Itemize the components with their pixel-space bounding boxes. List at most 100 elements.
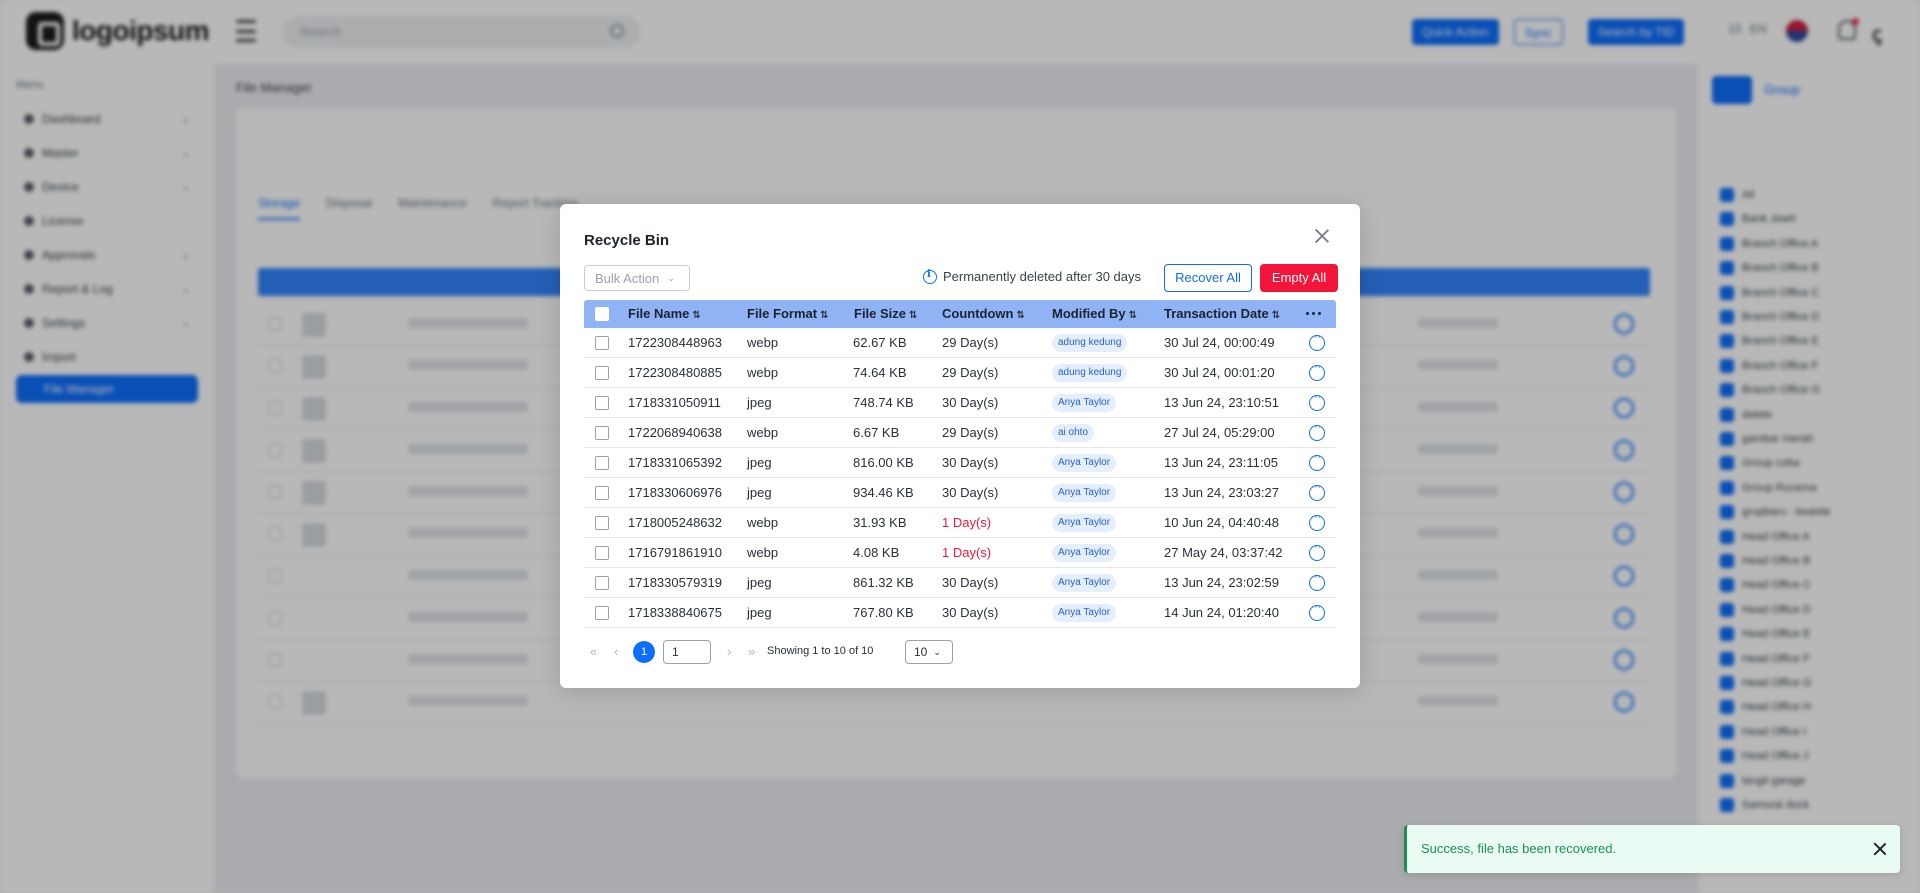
column-header-countdown[interactable]: Countdown ⇅ [942, 300, 1025, 328]
recover-all-button[interactable]: Recover All [1164, 264, 1252, 292]
row-checkbox[interactable] [595, 516, 609, 530]
cell-file-size: 62.67 KB [853, 335, 907, 350]
row-actions-icon[interactable] [1309, 571, 1325, 591]
cell-countdown: 1 Day(s) [942, 545, 992, 560]
retention-info: Permanently deleted after 30 days [923, 269, 1141, 284]
row-checkbox[interactable] [595, 366, 609, 380]
cell-file-format: webp [747, 365, 779, 380]
column-label: File Size [854, 306, 907, 321]
success-toast: Success, file has been recovered. [1404, 825, 1900, 873]
cell-transaction-date: 14 Jun 24, 01:20:40 [1164, 605, 1279, 620]
table-row[interactable]: 1718338840675 jpeg 767.80 KB 30 Day(s) Anya … [584, 598, 1336, 628]
close-icon[interactable] [1314, 228, 1330, 244]
row-actions-icon[interactable] [1309, 541, 1325, 561]
page-size-select[interactable]: 10 ⌄ [905, 640, 953, 664]
table-row[interactable]: 1718331050911 jpeg 748.74 KB 30 Day(s) Anya … [584, 388, 1336, 418]
showing-text: Showing 1 to 10 of 10 [767, 645, 874, 657]
row-checkbox[interactable] [595, 606, 609, 620]
first-page-icon[interactable]: « [590, 644, 597, 659]
last-page-icon[interactable]: » [748, 644, 755, 659]
modified-by-badge: Anya Taylor [1052, 394, 1117, 412]
cell-file-name: 1722308480885 [628, 365, 722, 380]
modified-by-badge: ai ohto [1052, 424, 1095, 442]
cell-transaction-date: 13 Jun 24, 23:11:05 [1164, 455, 1278, 470]
cell-file-name: 1722308448963 [628, 335, 722, 350]
cell-transaction-date: 10 Jun 24, 04:40:48 [1164, 515, 1279, 530]
row-actions-icon[interactable] [1309, 451, 1325, 471]
column-header-transaction-date[interactable]: Transaction Date ⇅ [1164, 300, 1280, 328]
column-label: File Format [747, 306, 818, 321]
table-row[interactable]: 1718331065392 jpeg 816.00 KB 30 Day(s) Anya … [584, 448, 1336, 478]
column-header-file-format[interactable]: File Format ⇅ [747, 300, 828, 328]
close-icon[interactable] [1873, 842, 1887, 856]
modified-by-badge: Anya Taylor [1052, 454, 1117, 472]
cell-countdown: 29 Day(s) [942, 335, 999, 350]
cell-countdown: 30 Day(s) [942, 485, 999, 500]
cell-countdown: 30 Day(s) [942, 455, 999, 470]
page-number-input[interactable] [663, 640, 711, 664]
cell-file-format: webp [747, 425, 779, 440]
bulk-action-dropdown[interactable]: Bulk Action ⌄ [584, 265, 690, 291]
cell-file-size: 748.74 KB [853, 395, 914, 410]
row-checkbox[interactable] [595, 396, 609, 410]
table-row[interactable]: 1722308448963 webp 62.67 KB 29 Day(s) adung … [584, 328, 1336, 358]
cell-file-format: jpeg [747, 605, 772, 620]
column-header-modified-by[interactable]: Modified By ⇅ [1052, 300, 1137, 328]
cell-file-size: 934.46 KB [853, 485, 914, 500]
recycle-bin-modal: Recycle Bin Bulk Action ⌄ Permanently de… [560, 204, 1360, 688]
row-checkbox[interactable] [595, 576, 609, 590]
table-row[interactable]: 1718330579319 jpeg 861.32 KB 30 Day(s) Anya … [584, 568, 1336, 598]
table-row[interactable]: 1716791861910 webp 4.08 KB 1 Day(s) Anya Tay… [584, 538, 1336, 568]
cell-file-format: jpeg [747, 485, 772, 500]
pagination: « ‹ 1 › » Showing 1 to 10 of 10 10 ⌄ [584, 640, 984, 664]
cell-countdown: 29 Day(s) [942, 425, 999, 440]
row-actions-icon[interactable] [1309, 511, 1325, 531]
cell-file-size: 31.93 KB [853, 515, 907, 530]
next-page-icon[interactable]: › [727, 644, 731, 659]
cell-file-name: 1718330579319 [628, 575, 722, 590]
table-row[interactable]: 1718330606976 jpeg 934.46 KB 30 Day(s) Anya … [584, 478, 1336, 508]
row-actions-icon[interactable] [1309, 391, 1325, 411]
table-row[interactable]: 1722308480885 webp 74.64 KB 29 Day(s) adung … [584, 358, 1336, 388]
cell-file-format: jpeg [747, 395, 772, 410]
select-all-checkbox[interactable] [595, 307, 609, 321]
row-actions-icon[interactable] [1309, 421, 1325, 441]
table-row[interactable]: 1722068940638 webp 6.67 KB 29 Day(s) ai ohto… [584, 418, 1336, 448]
cell-transaction-date: 13 Jun 24, 23:02:59 [1164, 575, 1279, 590]
row-actions-icon[interactable] [1309, 481, 1325, 501]
prev-page-icon[interactable]: ‹ [614, 644, 618, 659]
row-actions-icon[interactable] [1309, 361, 1325, 381]
page-button-current[interactable]: 1 [633, 641, 655, 663]
row-actions-icon[interactable] [1309, 601, 1325, 621]
cell-file-name: 1718331050911 [628, 395, 722, 410]
modal-title: Recycle Bin [584, 232, 670, 249]
column-header-file-name[interactable]: File Name ⇅ [628, 300, 701, 328]
column-label: Modified By [1052, 306, 1126, 321]
sort-icon: ⇅ [1271, 310, 1281, 321]
column-label: Transaction Date [1164, 306, 1269, 321]
more-options-icon[interactable] [1306, 312, 1321, 315]
cell-file-size: 4.08 KB [853, 545, 900, 560]
row-checkbox[interactable] [595, 426, 609, 440]
cell-transaction-date: 27 May 24, 03:37:42 [1164, 545, 1283, 560]
cell-countdown: 30 Day(s) [942, 395, 999, 410]
sort-icon: ⇅ [909, 310, 918, 321]
cell-file-format: webp [747, 515, 779, 530]
modified-by-badge: adung kedung [1052, 334, 1128, 352]
row-actions-icon[interactable] [1309, 331, 1325, 351]
chevron-down-icon: ⌄ [667, 272, 675, 283]
empty-all-button[interactable]: Empty All [1260, 264, 1338, 292]
cell-transaction-date: 27 Jul 24, 05:29:00 [1164, 425, 1275, 440]
cell-file-size: 767.80 KB [853, 605, 914, 620]
cell-file-name: 1718338840675 [628, 605, 722, 620]
cell-file-format: jpeg [747, 575, 772, 590]
row-checkbox[interactable] [595, 546, 609, 560]
row-checkbox[interactable] [595, 486, 609, 500]
toast-message: Success, file has been recovered. [1421, 841, 1617, 856]
column-header-file-size[interactable]: File Size ⇅ [854, 300, 917, 328]
table-row[interactable]: 1718005248632 webp 31.93 KB 1 Day(s) Anya Ta… [584, 508, 1336, 538]
row-checkbox[interactable] [595, 336, 609, 350]
row-checkbox[interactable] [595, 456, 609, 470]
cell-transaction-date: 30 Jul 24, 00:00:49 [1164, 335, 1275, 350]
cell-file-size: 861.32 KB [853, 575, 914, 590]
